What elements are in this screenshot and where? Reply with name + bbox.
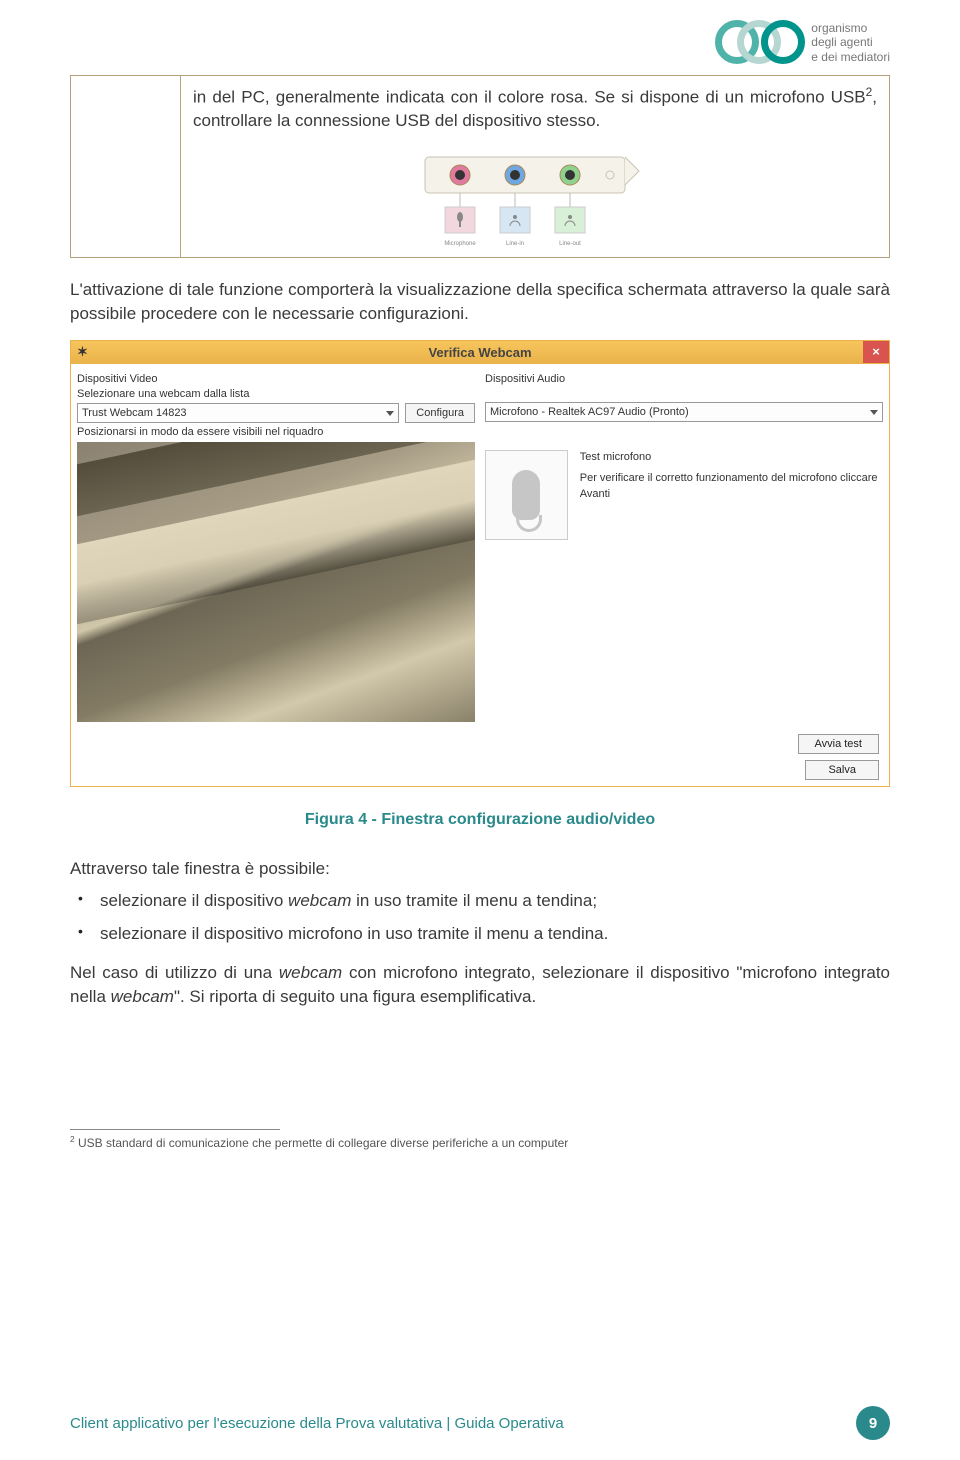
list-item: selezionare il dispositivo microfono in … (100, 920, 890, 947)
screenshot-verify-webcam: ✶ Verifica Webcam × Dispositivi Video Se… (70, 340, 890, 787)
webcam-preview (77, 442, 475, 722)
footer-text: Client applicativo per l'esecuzione dell… (70, 1415, 564, 1432)
capabilities-list: selezionare il dispositivo webcam in uso… (70, 887, 890, 947)
table-left-cell (71, 76, 181, 258)
paragraph-integrated-mic: Nel caso di utilizzo di una webcam con m… (70, 961, 890, 1009)
page-number-badge: 9 (856, 1406, 890, 1440)
figure-caption: Figura 4 - Finestra configurazione audio… (70, 811, 890, 829)
info-table: in del PC, generalmente indicata con il … (70, 75, 890, 258)
start-test-button[interactable]: Avvia test (798, 734, 880, 754)
close-icon[interactable]: × (863, 341, 889, 363)
svg-text:Microphone: Microphone (444, 241, 476, 247)
footnote: 2 USB standard di comunicazione che perm… (70, 1134, 890, 1150)
paragraph-activation: L'attivazione di tale funzione comporter… (70, 278, 890, 326)
audio-ports-diagram-icon: Microphone Line-in Line-out (415, 149, 655, 249)
logo-text: organismo degli agenti e dei mediatori (811, 21, 890, 64)
position-label: Posizionarsi in modo da essere visibili … (77, 426, 475, 438)
logo-mark-icon (715, 20, 805, 65)
bug-icon: ✶ (77, 344, 88, 360)
footnote-separator (70, 1129, 280, 1130)
microphone-select[interactable]: Microfono - Realtek AC97 Audio (Pronto) (485, 402, 883, 422)
page-footer: Client applicativo per l'esecuzione dell… (70, 1406, 890, 1440)
list-item: selezionare il dispositivo webcam in uso… (100, 887, 890, 914)
screenshot-titlebar: ✶ Verifica Webcam × (71, 341, 889, 364)
video-devices-heading: Dispositivi Video (77, 373, 475, 385)
brand-logo: organismo degli agenti e dei mediatori (715, 20, 890, 65)
audio-devices-heading: Dispositivi Audio (485, 373, 883, 385)
save-button[interactable]: Salva (805, 760, 879, 780)
svg-text:Line-in: Line-in (506, 241, 524, 247)
svg-text:Line-out: Line-out (559, 241, 581, 247)
table-right-cell: in del PC, generalmente indicata con il … (181, 76, 890, 258)
mic-test-text: Test microfono Per verificare il corrett… (580, 450, 883, 502)
list-intro: Attraverso tale finestra è possibile: (70, 859, 890, 879)
configure-button[interactable]: Configura (405, 403, 475, 423)
webcam-select[interactable]: Trust Webcam 14823 (77, 403, 399, 423)
microphone-icon (485, 450, 568, 540)
webcam-select-label: Selezionare una webcam dalla lista (77, 388, 475, 400)
page-header: organismo degli agenti e dei mediatori (70, 20, 890, 65)
